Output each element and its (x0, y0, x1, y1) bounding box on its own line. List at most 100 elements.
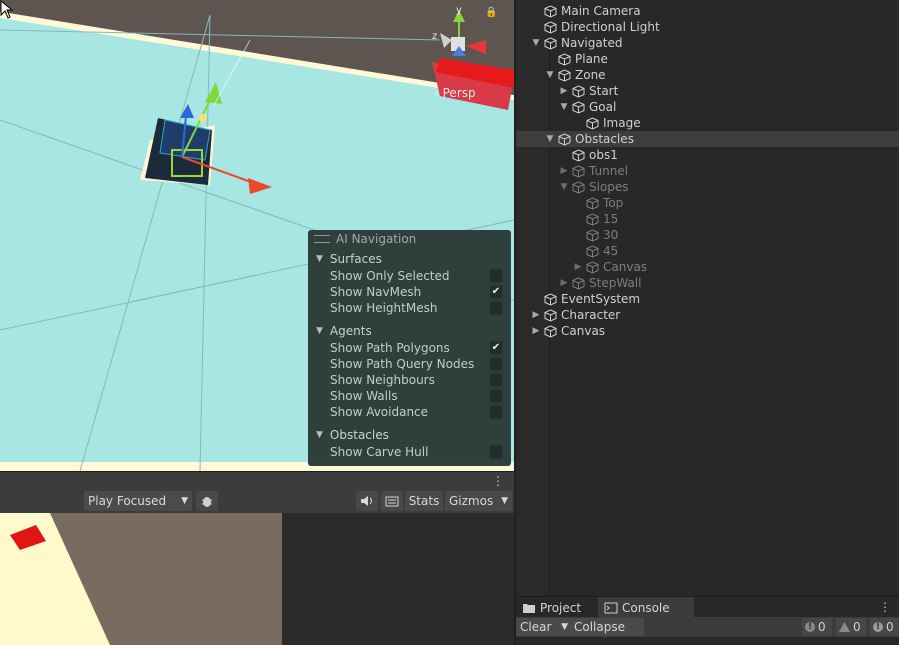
section-label: Agents (329, 324, 372, 338)
warning-count-toggle[interactable]: 0 (836, 618, 866, 636)
log-count-toggle[interactable]: ! 0 (802, 618, 832, 636)
game-view[interactable] (0, 513, 282, 645)
console-toolbar: Clear ▼ Collapse ! 0 0 ! 0 (516, 617, 899, 637)
tab-project[interactable]: Project (522, 597, 602, 618)
expand-down-icon[interactable]: ▼ (544, 70, 556, 80)
option-checkbox[interactable] (489, 269, 503, 283)
folder-icon (523, 603, 535, 613)
expand-down-icon[interactable]: ▼ (530, 38, 542, 48)
error-count-toggle[interactable]: ! 0 (870, 618, 899, 636)
gizmo-z-label: z (432, 31, 438, 42)
overlay-option: Show NavMesh ✔ (308, 284, 511, 300)
game-view-letterbox (282, 513, 514, 645)
clear-dropdown[interactable]: Clear ▼ (516, 618, 572, 636)
option-checkbox[interactable]: ✔ (489, 341, 503, 355)
section-label: Surfaces (329, 252, 382, 266)
expand-right-icon[interactable]: ▶ (530, 310, 542, 320)
overlay-section-0[interactable]: ▼ Surfaces (308, 250, 511, 268)
hierarchy-item[interactable]: ▶ Tunnel (516, 163, 899, 179)
hierarchy-item[interactable]: ▼ Zone (516, 67, 899, 83)
play-mode-label: Play Focused (88, 494, 167, 508)
expand-down-icon[interactable]: ▼ (558, 182, 570, 192)
scene-toolbar: ⋮ (0, 471, 514, 490)
hierarchy-item[interactable]: ▼ Slopes (516, 179, 899, 195)
option-checkbox[interactable] (489, 373, 503, 387)
hierarchy-item-label: Zone (575, 68, 606, 82)
hierarchy-item-label: 15 (603, 212, 619, 226)
overlay-option: Show Carve Hull (308, 444, 511, 460)
overlay-header[interactable]: AI Navigation (308, 230, 511, 248)
gizmo-y-label: y (456, 5, 462, 16)
option-checkbox[interactable] (489, 405, 503, 419)
option-checkbox[interactable] (489, 389, 503, 403)
hierarchy-item[interactable]: Top (516, 195, 899, 211)
hierarchy-item[interactable]: ▶ StepWall (516, 275, 899, 291)
expand-right-icon[interactable]: ▶ (530, 326, 542, 336)
lock-icon[interactable]: 🔒 (485, 7, 497, 18)
play-mode-dropdown[interactable]: Play Focused ▼ (84, 491, 192, 511)
tab-project-label: Project (540, 600, 582, 615)
hierarchy-item[interactable]: ▼ Obstacles (516, 131, 899, 147)
collapse-button[interactable]: Collapse (570, 618, 644, 636)
hierarchy-item[interactable]: ▼ Goal (516, 99, 899, 115)
overlay-section-1[interactable]: ▼ Agents (308, 322, 511, 340)
perspective-label[interactable]: ‹ Persp (434, 86, 476, 100)
hierarchy-item[interactable]: ▶ Character (516, 307, 899, 323)
hierarchy-item[interactable]: Image (516, 115, 899, 131)
hierarchy-item[interactable]: ▼ Navigated (516, 35, 899, 51)
scene-view[interactable]: y z 🔒 ‹ Persp AI Navigation ▼ Surfaces Sho… (0, 0, 514, 471)
drag-handle-icon[interactable] (314, 235, 330, 243)
hierarchy-item[interactable]: 30 (516, 227, 899, 243)
hierarchy-item[interactable]: Plane (516, 51, 899, 67)
expand-right-icon[interactable]: ▶ (558, 86, 570, 96)
expand-right-icon[interactable]: ▶ (558, 278, 570, 288)
hierarchy-item-label: Tunnel (589, 164, 629, 178)
keyboard-icon[interactable] (381, 491, 403, 511)
gameobject-cube-icon (542, 36, 558, 50)
hierarchy-item[interactable]: Main Camera (516, 3, 899, 19)
hierarchy-item-label: EventSystem (561, 292, 641, 306)
hierarchy-item[interactable]: obs1 (516, 147, 899, 163)
stats-button[interactable]: Stats (405, 491, 443, 511)
game-toolbar: Play Focused ▼ Stats Gizmos ▼ (0, 489, 514, 514)
error-icon: ! (873, 622, 883, 632)
overlay-option: Show Neighbours (308, 372, 511, 388)
hierarchy-item[interactable]: ▶ Canvas (516, 323, 899, 339)
ai-navigation-overlay[interactable]: AI Navigation ▼ Surfaces Show Only Selecte… (308, 230, 511, 466)
clear-label: Clear (520, 620, 552, 634)
more-options-icon[interactable]: ⋮ (879, 600, 891, 614)
hierarchy-item[interactable]: 15 (516, 211, 899, 227)
option-label: Show Walls (330, 389, 398, 403)
info-icon: ! (805, 622, 815, 632)
option-checkbox[interactable] (489, 445, 503, 459)
overlay-section-2[interactable]: ▼ Obstacles (308, 426, 511, 444)
expand-down-icon[interactable]: ▼ (544, 134, 556, 144)
hierarchy-item-label: Obstacles (575, 132, 634, 146)
gameobject-cube-icon (570, 148, 586, 162)
game-canvas (0, 513, 110, 645)
hierarchy-item[interactable]: ▶ Canvas (516, 259, 899, 275)
hierarchy-item[interactable]: EventSystem (516, 291, 899, 307)
hierarchy-item[interactable]: Directional Light (516, 19, 899, 35)
option-label: Show Neighbours (330, 373, 435, 387)
option-label: Show Carve Hull (330, 445, 429, 459)
bug-icon[interactable] (196, 491, 218, 511)
hierarchy-panel[interactable]: Main Camera Directional Light ▼ Navigated Pl… (516, 0, 899, 596)
hierarchy-item[interactable]: ▶ Start (516, 83, 899, 99)
gameobject-cube-icon (584, 116, 600, 130)
option-checkbox[interactable] (489, 357, 503, 371)
speaker-icon[interactable] (356, 491, 378, 511)
console-icon (604, 602, 618, 613)
hierarchy-item-label: Top (603, 196, 624, 210)
option-checkbox[interactable] (489, 301, 503, 315)
gizmos-dropdown[interactable]: Gizmos ▼ (445, 491, 512, 511)
option-checkbox[interactable]: ✔ (489, 285, 503, 299)
expand-right-icon[interactable]: ▶ (572, 262, 584, 272)
hierarchy-item-label: Navigated (561, 36, 623, 50)
hierarchy-item[interactable]: 45 (516, 243, 899, 259)
expand-down-icon[interactable]: ▼ (558, 102, 570, 112)
more-options-icon[interactable]: ⋮ (492, 474, 504, 488)
tab-console[interactable]: Console (598, 597, 694, 618)
overlay-title: AI Navigation (336, 232, 417, 246)
expand-right-icon[interactable]: ▶ (558, 166, 570, 176)
